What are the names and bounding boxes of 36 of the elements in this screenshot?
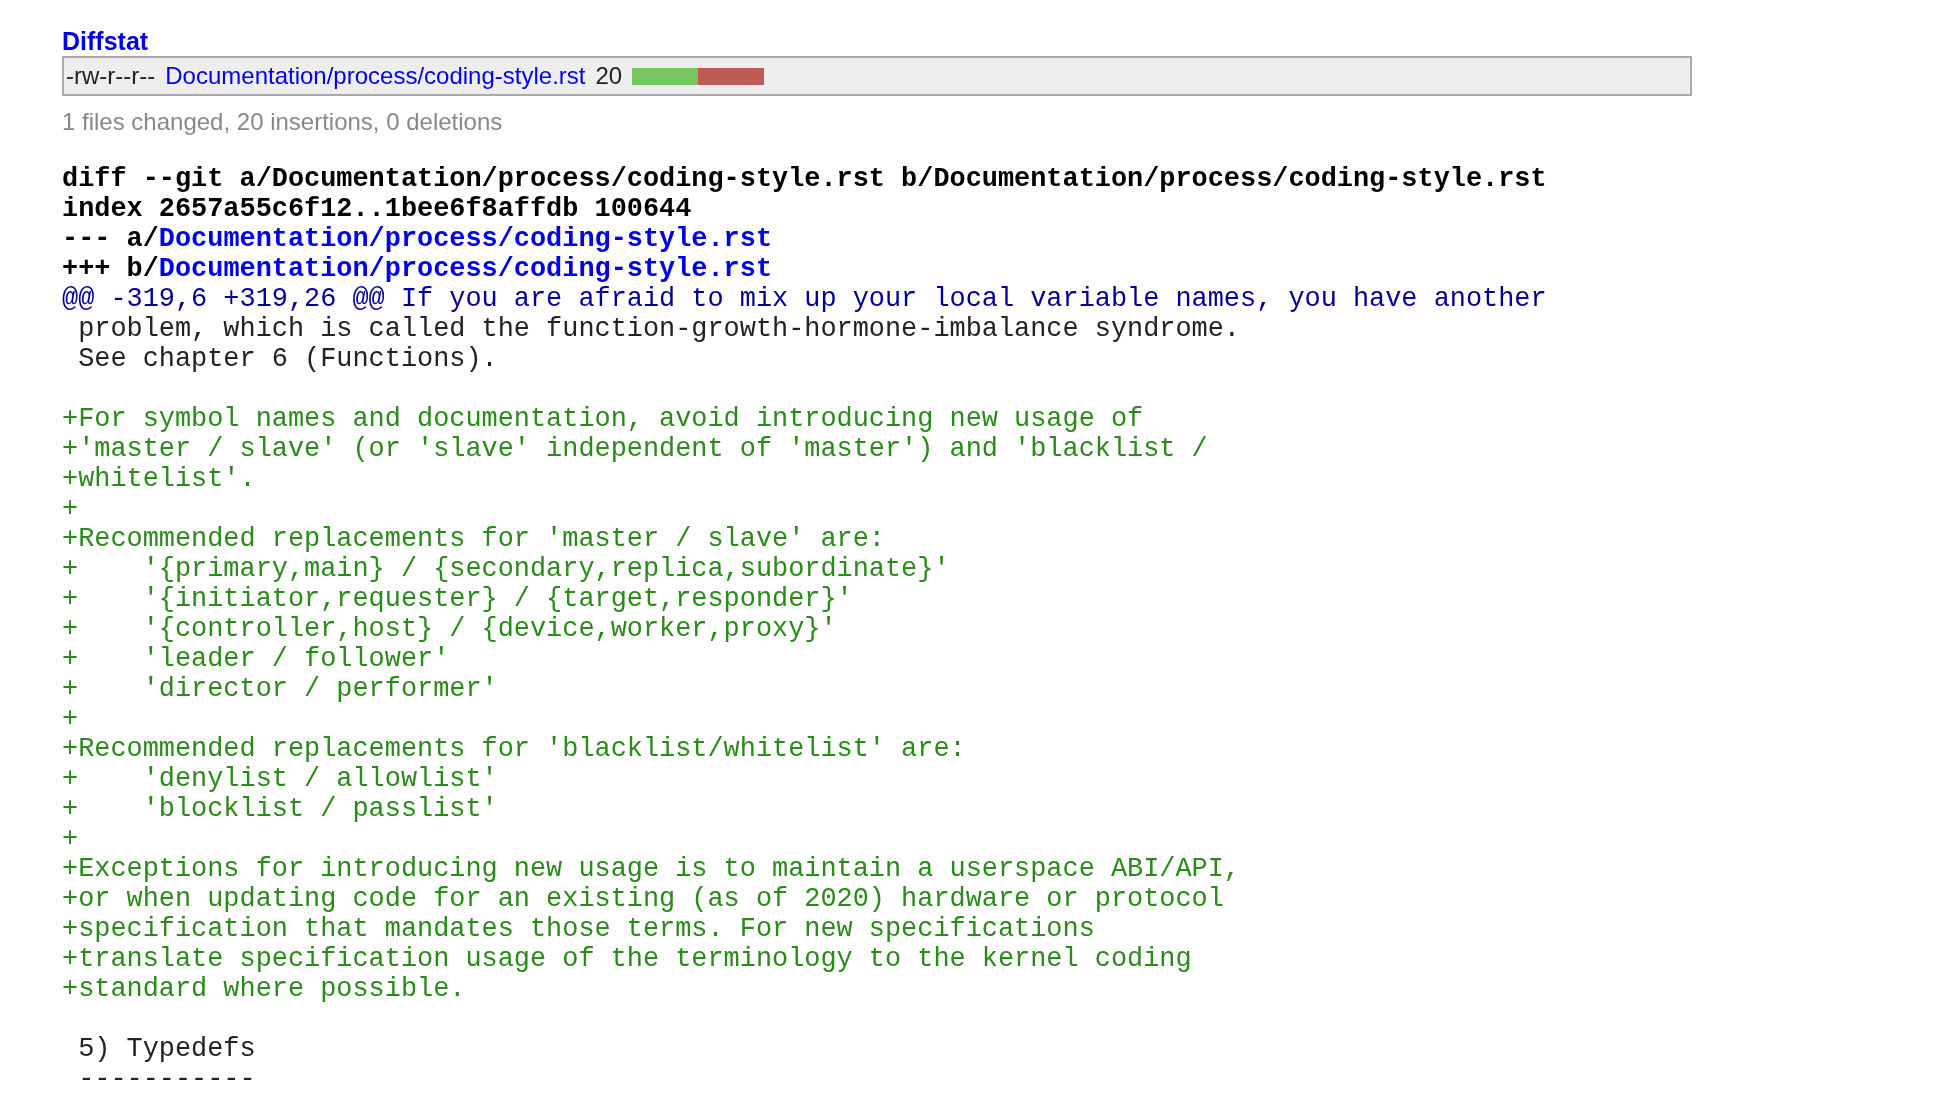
diff-line: +Recommended replacements for 'master / slave' are:: [62, 524, 885, 554]
diff-line: +specification that mandates those terms. For new specifications: [62, 914, 1095, 944]
diff-line: + 'blocklist / passlist': [62, 794, 498, 824]
diff-line: + 'denylist / allowlist': [62, 764, 498, 794]
diff-line: index 2657a55c6f12..1bee6f8affdb 100644: [62, 194, 692, 224]
diff-line: +standard where possible.: [62, 974, 466, 1004]
diff-line: See chapter 6 (Functions).: [77, 344, 498, 374]
diff-line: + '{initiator,requester} / {target,responder}': [62, 584, 853, 614]
diff-line: +: [62, 704, 79, 734]
diff-line: + '{controller,host} / {device,worker,proxy}': [62, 614, 837, 644]
diff-line: +Exceptions for introducing new usage is to maintain a userspace ABI/API,: [62, 854, 1240, 884]
diff-line: problem, which is called the function-growth-hormone-imbalance syndrome.: [77, 314, 1240, 344]
file-link[interactable]: Documentation/process/coding-style.rst: [165, 60, 586, 92]
diff-line: +: [62, 824, 79, 854]
diffstat-heading[interactable]: Diffstat: [62, 26, 149, 56]
diff-line: +Recommended replacements for 'blacklist/whitelist' are:: [62, 734, 966, 764]
diff-line: +For symbol names and documentation, avoid introducing new usage of: [62, 404, 1144, 434]
diff-line: + 'leader / follower': [62, 644, 450, 674]
file-link[interactable]: Documentation/process/coding-style.rst: [158, 254, 773, 284]
diff-line: + 'director / performer': [62, 674, 498, 704]
diff-line: +translate specification usage of the terminology to the kernel coding: [62, 944, 1192, 974]
diff-line: +: [62, 494, 79, 524]
diff-line: @@ -319,6 +319,26 @@ If you are afraid to mix up your local variable names, you have another: [62, 284, 1547, 314]
file-mode: -rw-r--r--: [66, 61, 156, 91]
diff-file-prefix: +++ b/: [62, 254, 159, 284]
diff-line: + '{primary,main} / {secondary,replica,subordinate}': [62, 554, 950, 584]
diff-line: diff --git a/Documentation/process/coding-style.rst b/Documentation/process/coding-style.rst: [62, 164, 1547, 194]
diffstat-summary: 1 files changed, 20 insertions, 0 deletions: [62, 107, 503, 137]
diff-line: 5) Typedefs: [77, 1034, 256, 1064]
diff-line: +whitelist'.: [62, 464, 256, 494]
diff-line: -----------: [77, 1064, 256, 1094]
diff-line: +'master / slave' (or 'slave' independent of 'master') and 'blacklist /: [62, 434, 1208, 464]
file-link[interactable]: Documentation/process/coding-style.rst: [158, 224, 773, 254]
diff-file-prefix: --- a/: [62, 224, 159, 254]
diff-line: +or when updating code for an existing (as of 2020) hardware or protocol: [62, 884, 1224, 914]
change-count: 20: [595, 61, 623, 91]
